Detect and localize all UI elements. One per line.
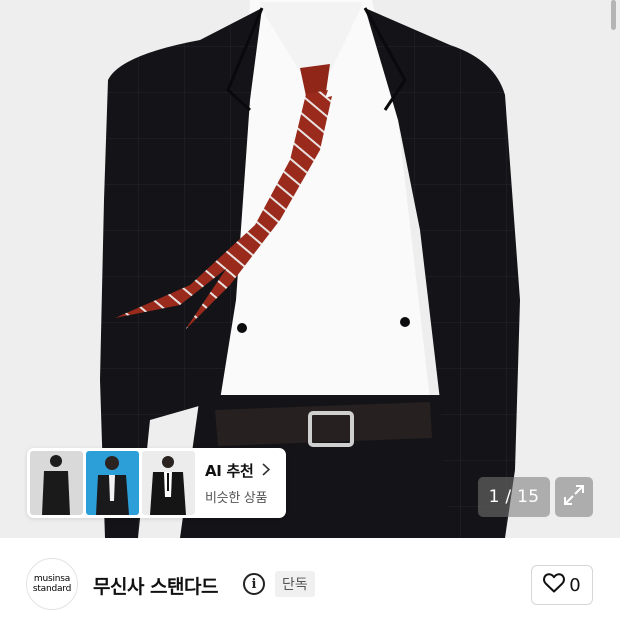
ai-thumbnail-2[interactable] [86,451,139,515]
brand-row: musinsa standard 무신사 스탠다드 i 단독 0 [0,538,620,620]
exclusive-badge: 단독 [275,571,315,597]
image-counter: 1 / 15 [478,477,550,517]
info-icon[interactable]: i [243,573,265,595]
ai-recommend-title: AI 추천 [205,462,254,480]
ai-recommend-subtitle: 비슷한 상품 [205,491,268,506]
logo-text-line2: standard [32,584,72,594]
chevron-right-icon [261,461,270,480]
like-button[interactable]: 0 [531,565,593,605]
scrollbar[interactable] [611,0,616,30]
logo-text-line1: musinsa [33,574,71,584]
brand-name[interactable]: 무신사 스탠다드 [93,572,218,599]
expand-button[interactable] [555,477,593,517]
expand-arrows-icon [563,484,585,510]
ai-recommend-card[interactable]: AI 추천 비슷한 상품 [27,448,286,518]
like-count: 0 [569,574,581,596]
heart-outline-icon [543,573,566,597]
ai-thumbnail-3[interactable] [142,451,195,515]
brand-logo[interactable]: musinsa standard [26,558,78,610]
ai-thumbnail-1[interactable] [30,451,83,515]
